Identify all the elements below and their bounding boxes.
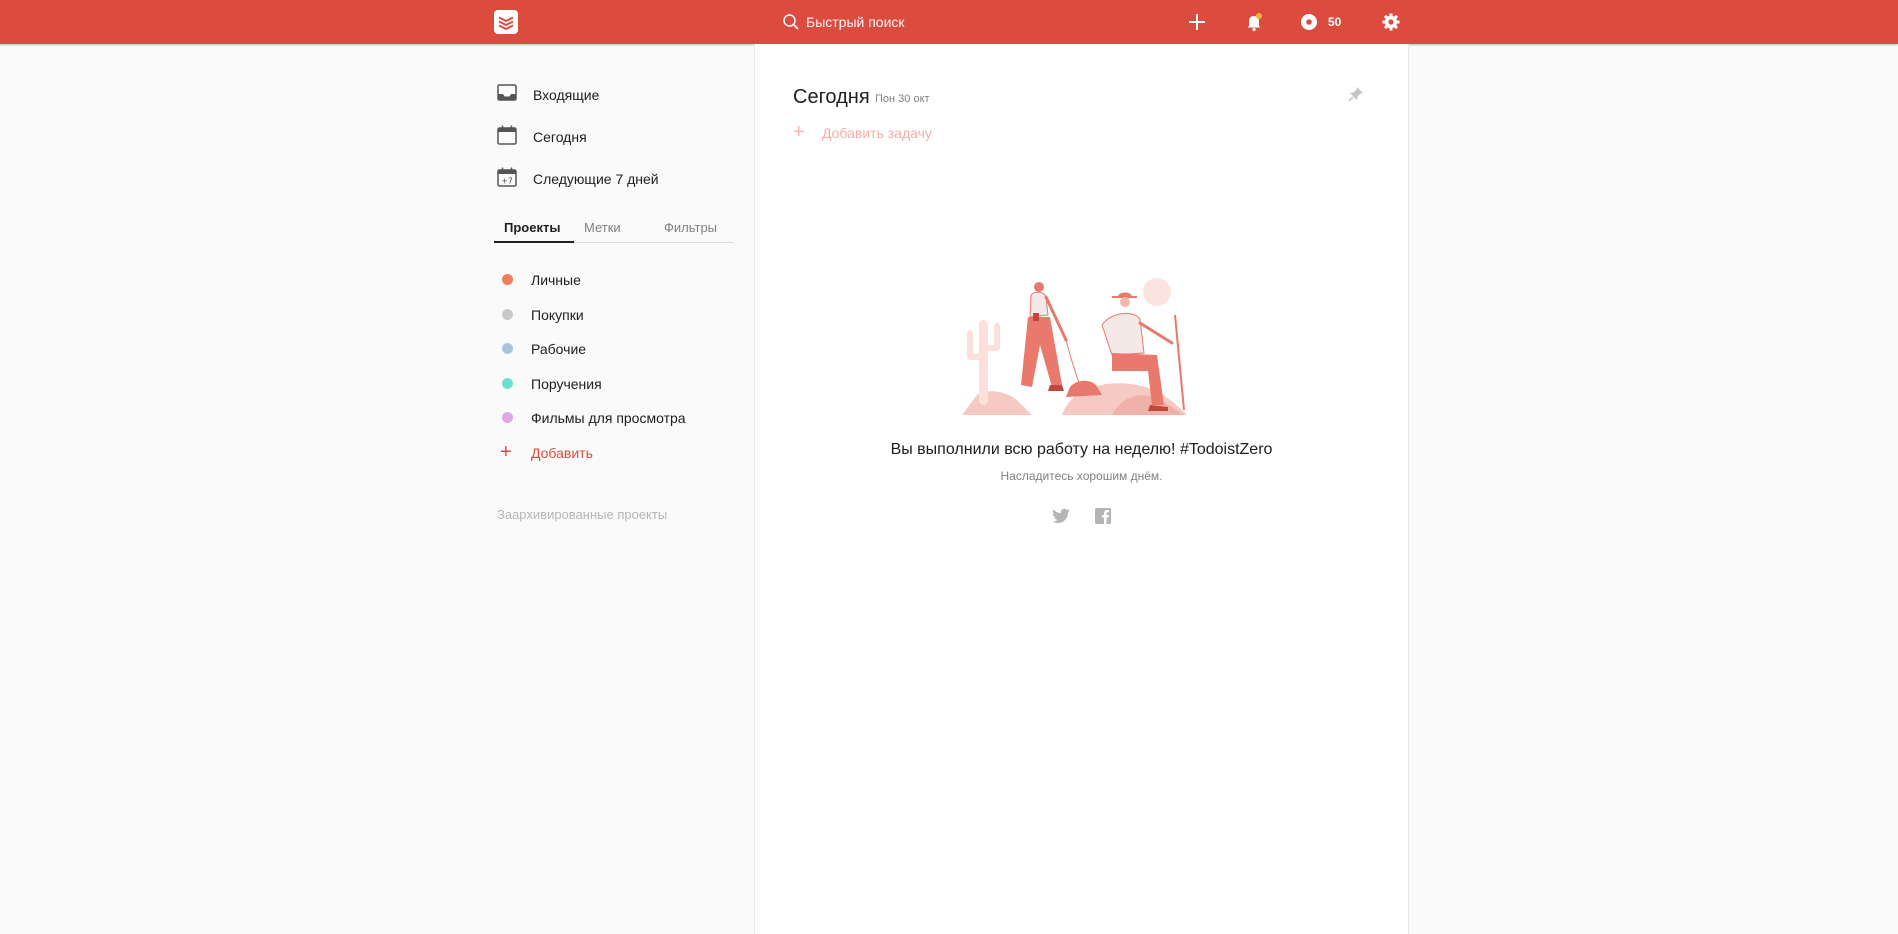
project-label: Рабочие — [531, 341, 587, 357]
calendar-next7-icon: +7 — [497, 167, 517, 187]
empty-state-title: Вы выполнили всю работу на неделю! #Todo… — [890, 441, 1273, 458]
search-icon — [783, 14, 799, 30]
project-color-dot — [502, 378, 513, 389]
add-project-button[interactable]: + Добавить — [500, 440, 700, 466]
search-input[interactable]: Быстрый поиск — [782, 12, 1082, 32]
project-item[interactable]: Поручения — [500, 371, 730, 397]
project-label: Фильмы для просмотра — [531, 410, 686, 426]
project-item[interactable]: Рабочие — [500, 336, 730, 362]
karma-icon[interactable] — [1297, 10, 1321, 34]
project-label: Поручения — [531, 376, 602, 392]
project-item[interactable]: Личные — [500, 267, 730, 293]
page-title: Сегодня — [793, 86, 870, 108]
add-project-label: Добавить — [531, 445, 593, 461]
project-color-dot — [502, 309, 513, 320]
twitter-icon[interactable] — [1052, 506, 1072, 526]
project-label: Покупки — [531, 307, 584, 323]
sidebar: Входящие Сегодня +7 Следующие 7 дней Про… — [490, 44, 755, 934]
facebook-icon[interactable] — [1093, 506, 1113, 526]
sidebar-tabs: Проекты Метки Фильтры — [494, 220, 734, 243]
empty-state-subtitle: Насладитесь хорошим днём. — [1000, 469, 1163, 483]
tab-labels[interactable]: Метки — [584, 220, 621, 236]
project-label: Личные — [531, 272, 581, 288]
pin-icon[interactable] — [1348, 86, 1364, 102]
main-content: Сегодня Пон 30 окт + Добавить задачу Вы … — [754, 44, 1409, 934]
project-item[interactable]: Фильмы для просмотра — [500, 405, 730, 431]
gear-icon[interactable] — [1379, 10, 1403, 34]
project-item[interactable]: Покупки — [500, 302, 730, 328]
add-task-icon[interactable] — [1185, 10, 1209, 34]
page-date: Пон 30 окт — [875, 93, 930, 105]
karma-count: 50 — [1328, 15, 1342, 29]
sidebar-item-label: Сегодня — [533, 129, 587, 145]
sidebar-item-label: Следующие 7 дней — [533, 171, 659, 187]
add-task-label: Добавить задачу — [822, 125, 932, 141]
tab-filters[interactable]: Фильтры — [664, 220, 717, 236]
inbox-icon — [497, 84, 517, 101]
sidebar-item-inbox[interactable]: Входящие — [496, 80, 736, 110]
sidebar-item-today[interactable]: Сегодня — [496, 122, 736, 152]
calendar-today-icon — [497, 125, 517, 145]
bell-icon[interactable] — [1242, 10, 1266, 34]
project-color-dot — [502, 412, 513, 423]
search-placeholder: Быстрый поиск — [806, 14, 905, 30]
tab-projects[interactable]: Проекты — [504, 220, 560, 236]
svg-text:+7: +7 — [501, 177, 513, 186]
project-color-dot — [502, 343, 513, 354]
todoist-logo-icon[interactable] — [494, 10, 518, 34]
archived-projects-link[interactable]: Заархивированные проекты — [497, 507, 667, 522]
todoist-zero-illustration — [962, 278, 1187, 415]
top-bar: Быстрый поиск 50 — [0, 0, 1898, 44]
add-task-button[interactable]: + Добавить задачу — [793, 122, 993, 144]
active-tab-underline — [494, 241, 574, 243]
plus-icon: + — [500, 441, 512, 463]
plus-icon: + — [793, 121, 805, 143]
sidebar-item-next7[interactable]: +7 Следующие 7 дней — [496, 164, 736, 194]
sidebar-item-label: Входящие — [533, 87, 600, 103]
project-color-dot — [502, 274, 513, 285]
